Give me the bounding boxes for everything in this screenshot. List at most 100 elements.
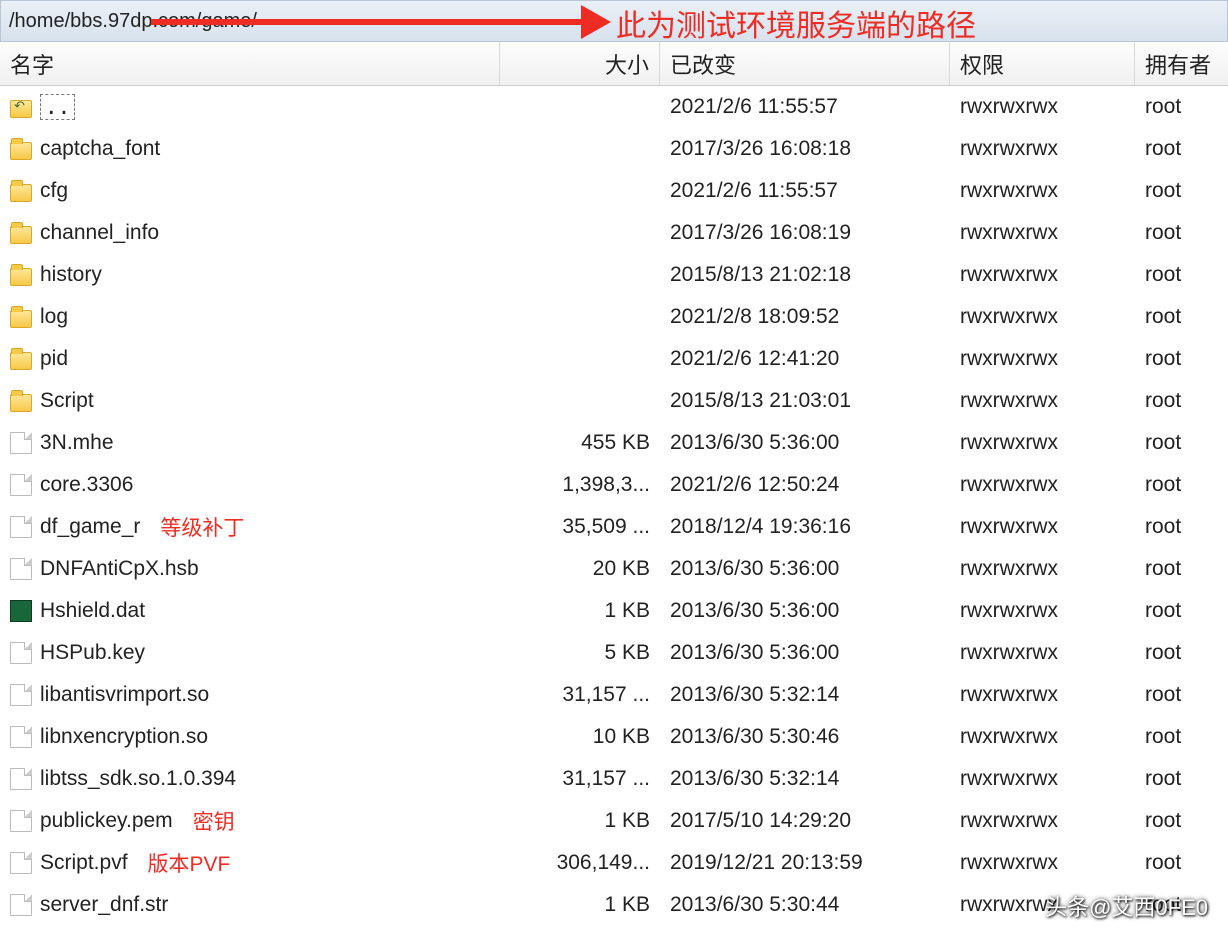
cell-name[interactable]: history <box>0 263 500 287</box>
file-row[interactable]: publickey.pem密钥1 KB2017/5/10 14:29:20rwx… <box>0 800 1228 842</box>
cell-name[interactable]: captcha_font <box>0 137 500 161</box>
cell-size: 306,149... <box>500 851 660 875</box>
folder-row[interactable]: cfg2021/2/6 11:55:57rwxrwxrwxroot <box>0 170 1228 212</box>
file-row[interactable]: 3N.mhe455 KB2013/6/30 5:36:00rwxrwxrwxro… <box>0 422 1228 464</box>
header-size[interactable]: 大小 <box>500 42 660 85</box>
cell-perm: rwxrwxrwx <box>950 893 1135 917</box>
cell-size: 1 KB <box>500 809 660 833</box>
header-name[interactable]: 名字 <box>0 42 500 85</box>
cell-perm: rwxrwxrwx <box>950 473 1135 497</box>
cell-name[interactable]: log <box>0 305 500 329</box>
cell-perm: rwxrwxrwx <box>950 305 1135 329</box>
header-owner[interactable]: 拥有者 <box>1135 42 1228 85</box>
folder-icon <box>10 394 32 412</box>
cell-name[interactable]: df_game_r等级补丁 <box>0 512 500 542</box>
cell-modified: 2013/6/30 5:36:00 <box>660 431 950 455</box>
folder-row[interactable]: channel_info2017/3/26 16:08:19rwxrwxrwxr… <box>0 212 1228 254</box>
file-icon <box>10 642 32 664</box>
cell-owner: root <box>1135 95 1228 119</box>
file-name: 3N.mhe <box>40 431 114 455</box>
cell-modified: 2017/5/10 14:29:20 <box>660 809 950 833</box>
cell-owner: root <box>1135 893 1228 917</box>
column-headers: 名字 大小 已改变 权限 拥有者 <box>0 42 1228 86</box>
cell-modified: 2021/2/8 18:09:52 <box>660 305 950 329</box>
header-perm[interactable]: 权限 <box>950 42 1135 85</box>
cell-name[interactable]: Hshield.dat <box>0 599 500 623</box>
folder-icon <box>10 226 32 244</box>
cell-owner: root <box>1135 347 1228 371</box>
cell-name[interactable]: core.3306 <box>0 473 500 497</box>
file-name: history <box>40 263 102 287</box>
folder-icon <box>10 184 32 202</box>
cell-size: 31,157 ... <box>500 683 660 707</box>
cell-modified: 2015/8/13 21:03:01 <box>660 389 950 413</box>
cell-owner: root <box>1135 179 1228 203</box>
cell-name[interactable]: server_dnf.str <box>0 893 500 917</box>
cell-owner: root <box>1135 137 1228 161</box>
file-row[interactable]: df_game_r等级补丁35,509 ...2018/12/4 19:36:1… <box>0 506 1228 548</box>
folder-row[interactable]: captcha_font2017/3/26 16:08:18rwxrwxrwxr… <box>0 128 1228 170</box>
cell-size: 5 KB <box>500 641 660 665</box>
folder-row[interactable]: Script2015/8/13 21:03:01rwxrwxrwxroot <box>0 380 1228 422</box>
cell-name[interactable]: 3N.mhe <box>0 431 500 455</box>
file-row[interactable]: server_dnf.str1 KB2013/6/30 5:30:44rwxrw… <box>0 884 1228 926</box>
cell-modified: 2013/6/30 5:36:00 <box>660 557 950 581</box>
cell-owner: root <box>1135 431 1228 455</box>
cell-name[interactable]: HSPub.key <box>0 641 500 665</box>
cell-size: 31,157 ... <box>500 767 660 791</box>
cell-name[interactable]: libnxencryption.so <box>0 725 500 749</box>
cell-modified: 2021/2/6 12:41:20 <box>660 347 950 371</box>
cell-owner: root <box>1135 221 1228 245</box>
cell-modified: 2015/8/13 21:02:18 <box>660 263 950 287</box>
cell-perm: rwxrwxrwx <box>950 641 1135 665</box>
file-row[interactable]: HSPub.key5 KB2013/6/30 5:36:00rwxrwxrwxr… <box>0 632 1228 674</box>
file-icon <box>10 516 32 538</box>
cell-name[interactable]: libtss_sdk.so.1.0.394 <box>0 767 500 791</box>
folder-row[interactable]: log2021/2/8 18:09:52rwxrwxrwxroot <box>0 296 1228 338</box>
file-row[interactable]: DNFAntiCpX.hsb20 KB2013/6/30 5:36:00rwxr… <box>0 548 1228 590</box>
cell-owner: root <box>1135 767 1228 791</box>
cell-size: 10 KB <box>500 725 660 749</box>
file-row[interactable]: libantisvrimport.so31,157 ...2013/6/30 5… <box>0 674 1228 716</box>
cell-name[interactable]: DNFAntiCpX.hsb <box>0 557 500 581</box>
cell-name[interactable]: publickey.pem密钥 <box>0 806 500 836</box>
cell-name[interactable]: .. <box>0 94 500 120</box>
folder-row[interactable]: history2015/8/13 21:02:18rwxrwxrwxroot <box>0 254 1228 296</box>
file-name: DNFAntiCpX.hsb <box>40 557 199 581</box>
annotation-note: 版本PVF <box>148 848 231 878</box>
parent-dir-row[interactable]: ..2021/2/6 11:55:57rwxrwxrwxroot <box>0 86 1228 128</box>
path-bar[interactable]: /home/bbs.97dp.com/game/ 此为测试环境服务端的路径 <box>0 0 1228 42</box>
file-row[interactable]: libnxencryption.so10 KB2013/6/30 5:30:46… <box>0 716 1228 758</box>
cell-name[interactable]: cfg <box>0 179 500 203</box>
cell-name[interactable]: pid <box>0 347 500 371</box>
file-row[interactable]: Script.pvf版本PVF306,149...2019/12/21 20:1… <box>0 842 1228 884</box>
file-row[interactable]: core.33061,398,3...2021/2/6 12:50:24rwxr… <box>0 464 1228 506</box>
cell-modified: 2013/6/30 5:36:00 <box>660 641 950 665</box>
cell-name[interactable]: channel_info <box>0 221 500 245</box>
cell-name[interactable]: libantisvrimport.so <box>0 683 500 707</box>
cell-owner: root <box>1135 557 1228 581</box>
cell-owner: root <box>1135 683 1228 707</box>
file-icon <box>10 600 32 622</box>
cell-perm: rwxrwxrwx <box>950 851 1135 875</box>
cell-name[interactable]: Script.pvf版本PVF <box>0 848 500 878</box>
header-modified[interactable]: 已改变 <box>660 42 950 85</box>
cell-owner: root <box>1135 725 1228 749</box>
file-row[interactable]: Hshield.dat1 KB2013/6/30 5:36:00rwxrwxrw… <box>0 590 1228 632</box>
cell-modified: 2021/2/6 11:55:57 <box>660 179 950 203</box>
cell-modified: 2017/3/26 16:08:19 <box>660 221 950 245</box>
file-name: libtss_sdk.so.1.0.394 <box>40 767 236 791</box>
file-name: pid <box>40 347 68 371</box>
folder-row[interactable]: pid2021/2/6 12:41:20rwxrwxrwxroot <box>0 338 1228 380</box>
file-row[interactable]: libtss_sdk.so.1.0.39431,157 ...2013/6/30… <box>0 758 1228 800</box>
annotation-note: 密钥 <box>193 806 235 836</box>
cell-owner: root <box>1135 473 1228 497</box>
cell-perm: rwxrwxrwx <box>950 389 1135 413</box>
file-icon <box>10 894 32 916</box>
cell-modified: 2017/3/26 16:08:18 <box>660 137 950 161</box>
cell-owner: root <box>1135 599 1228 623</box>
folder-icon <box>10 100 32 118</box>
cell-perm: rwxrwxrwx <box>950 599 1135 623</box>
cell-owner: root <box>1135 851 1228 875</box>
cell-name[interactable]: Script <box>0 389 500 413</box>
